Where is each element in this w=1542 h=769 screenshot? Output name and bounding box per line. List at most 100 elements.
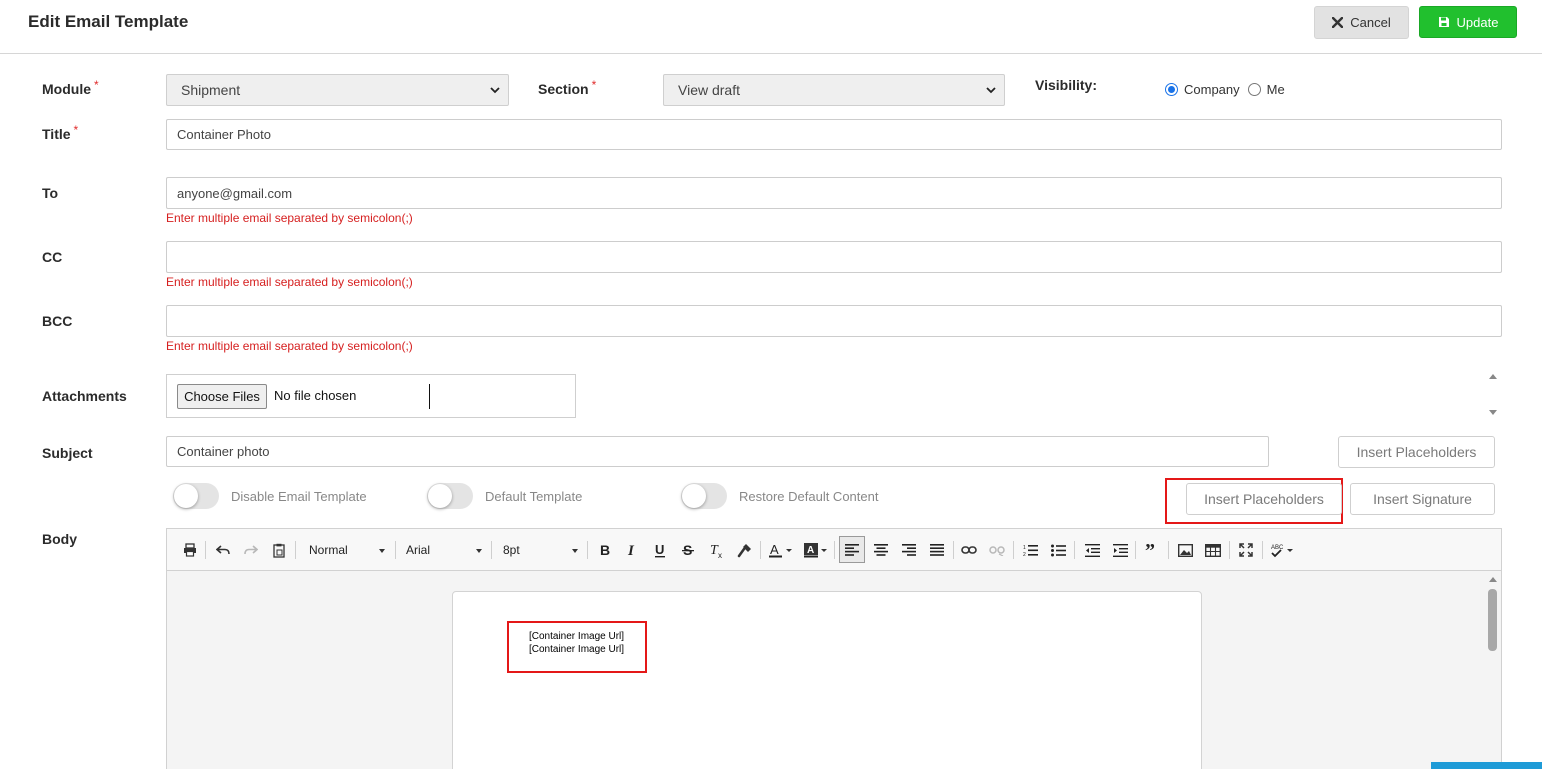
font-name-value: Arial <box>406 543 431 557</box>
background-color-icon[interactable]: A <box>803 539 831 561</box>
to-input-value: anyone@gmail.com <box>177 185 293 201</box>
module-select[interactable]: Shipment <box>166 74 509 106</box>
bcc-input[interactable] <box>166 305 1502 337</box>
table-icon[interactable] <box>1202 539 1224 561</box>
svg-text:A: A <box>770 543 779 557</box>
numbered-list-icon[interactable]: 12 <box>1019 539 1041 561</box>
to-hint: Enter multiple email separated by semico… <box>166 211 413 225</box>
paste-icon[interactable] <box>268 539 290 561</box>
title-label: Title * <box>42 123 79 142</box>
toolbar-separator <box>760 541 761 559</box>
bullet-list-icon[interactable] <box>1047 539 1069 561</box>
toolbar-separator <box>205 541 206 559</box>
spellcheck-icon[interactable]: ABC <box>1269 539 1297 561</box>
indent-icon[interactable] <box>1109 539 1131 561</box>
toolbar-separator <box>491 541 492 559</box>
insert-signature-button[interactable]: Insert Signature <box>1350 483 1495 515</box>
toolbar-separator <box>1168 541 1169 559</box>
title-input-value: Container Photo <box>177 127 271 142</box>
toolbar-separator <box>1135 541 1136 559</box>
svg-text:x: x <box>718 551 722 558</box>
radio-me-label: Me <box>1266 82 1285 97</box>
cancel-button[interactable]: Cancel <box>1314 6 1409 39</box>
toolbar-separator <box>587 541 588 559</box>
radio-company-label: Company <box>1184 82 1240 97</box>
subject-insert-placeholders-button[interactable]: Insert Placeholders <box>1338 436 1495 468</box>
svg-text:A: A <box>807 545 814 556</box>
update-label: Update <box>1456 14 1499 30</box>
attachments-file-input[interactable]: Choose Files No file chosen <box>166 374 576 418</box>
default-template-toggle[interactable]: Default Template <box>427 483 582 509</box>
toolbar-separator <box>1262 541 1263 559</box>
align-left-icon[interactable] <box>839 536 865 563</box>
cc-label: CC <box>42 249 63 265</box>
body-insert-placeholders-button[interactable]: Insert Placeholders <box>1186 483 1342 515</box>
chevron-down-icon <box>986 87 996 94</box>
radio-me[interactable] <box>1247 83 1261 96</box>
underline-icon[interactable]: U <box>649 539 671 561</box>
strikethrough-icon[interactable]: S <box>677 539 699 561</box>
align-center-icon[interactable] <box>870 539 892 561</box>
remove-format-icon[interactable]: Tx <box>705 539 727 561</box>
editor-document[interactable] <box>452 591 1202 769</box>
undo-icon[interactable] <box>212 539 234 561</box>
update-button[interactable]: Update <box>1419 6 1517 38</box>
text-color-icon[interactable]: A <box>768 539 796 561</box>
italic-icon[interactable]: I <box>621 539 643 561</box>
align-right-icon[interactable] <box>898 539 920 561</box>
fullscreen-icon[interactable] <box>1235 539 1257 561</box>
svg-text:”: ” <box>1145 544 1155 556</box>
page-scroll-up[interactable] <box>1489 374 1497 379</box>
blockquote-icon[interactable]: ” <box>1141 539 1163 561</box>
font-name-dropdown[interactable]: Arial <box>406 541 484 559</box>
rich-text-editor: Normal Arial 8pt B I U S Tx A A 12 ” <box>166 528 1502 769</box>
format-block-dropdown[interactable]: Normal <box>309 541 387 559</box>
cc-hint: Enter multiple email separated by semico… <box>166 275 413 289</box>
link-icon[interactable] <box>958 539 980 561</box>
svg-text:B: B <box>600 543 610 557</box>
editor-scroll-up[interactable] <box>1489 577 1497 582</box>
page-title: Edit Email Template <box>28 12 189 31</box>
restore-default-content-toggle[interactable]: Restore Default Content <box>681 483 878 509</box>
format-block-value: Normal <box>309 543 348 557</box>
print-icon[interactable] <box>179 539 201 561</box>
default-template-switch[interactable] <box>427 483 473 509</box>
svg-text:2: 2 <box>1023 552 1026 557</box>
format-painter-icon[interactable] <box>733 539 755 561</box>
bcc-hint: Enter multiple email separated by semico… <box>166 339 413 353</box>
unlink-icon[interactable] <box>986 539 1008 561</box>
outdent-icon[interactable] <box>1081 539 1103 561</box>
font-size-dropdown[interactable]: 8pt <box>503 541 581 559</box>
editor-scrollbar-thumb[interactable] <box>1488 589 1497 651</box>
attachments-label: Attachments <box>42 388 127 404</box>
chevron-down-icon <box>490 87 500 94</box>
visibility-radio-group: Company Me <box>1165 82 1285 97</box>
text-cursor <box>429 384 430 409</box>
chevron-down-icon <box>572 549 578 553</box>
toolbar-separator <box>395 541 396 559</box>
subject-input[interactable]: Container photo <box>166 436 1269 467</box>
module-label: Module * <box>42 78 99 97</box>
subject-label: Subject <box>42 445 93 461</box>
radio-company[interactable] <box>1165 83 1178 96</box>
to-input[interactable]: anyone@gmail.com <box>166 177 1502 209</box>
title-input[interactable]: Container Photo <box>166 119 1502 150</box>
toolbar-separator <box>1013 541 1014 559</box>
corner-widget[interactable] <box>1431 762 1542 769</box>
page-scroll-down[interactable] <box>1489 410 1497 415</box>
file-status: No file chosen <box>274 388 357 403</box>
cc-input[interactable] <box>166 241 1502 273</box>
save-icon <box>1438 17 1449 27</box>
bold-icon[interactable]: B <box>594 539 616 561</box>
toolbar-separator <box>834 541 835 559</box>
toolbar-separator <box>1074 541 1075 559</box>
image-icon[interactable] <box>1174 539 1196 561</box>
section-select[interactable]: View draft <box>663 74 1005 106</box>
toolbar-separator <box>953 541 954 559</box>
redo-icon[interactable] <box>240 539 262 561</box>
disable-email-template-switch[interactable] <box>173 483 219 509</box>
choose-files-button[interactable]: Choose Files <box>177 384 267 409</box>
align-justify-icon[interactable] <box>926 539 948 561</box>
disable-email-template-toggle[interactable]: Disable Email Template <box>173 483 367 509</box>
restore-default-content-switch[interactable] <box>681 483 727 509</box>
